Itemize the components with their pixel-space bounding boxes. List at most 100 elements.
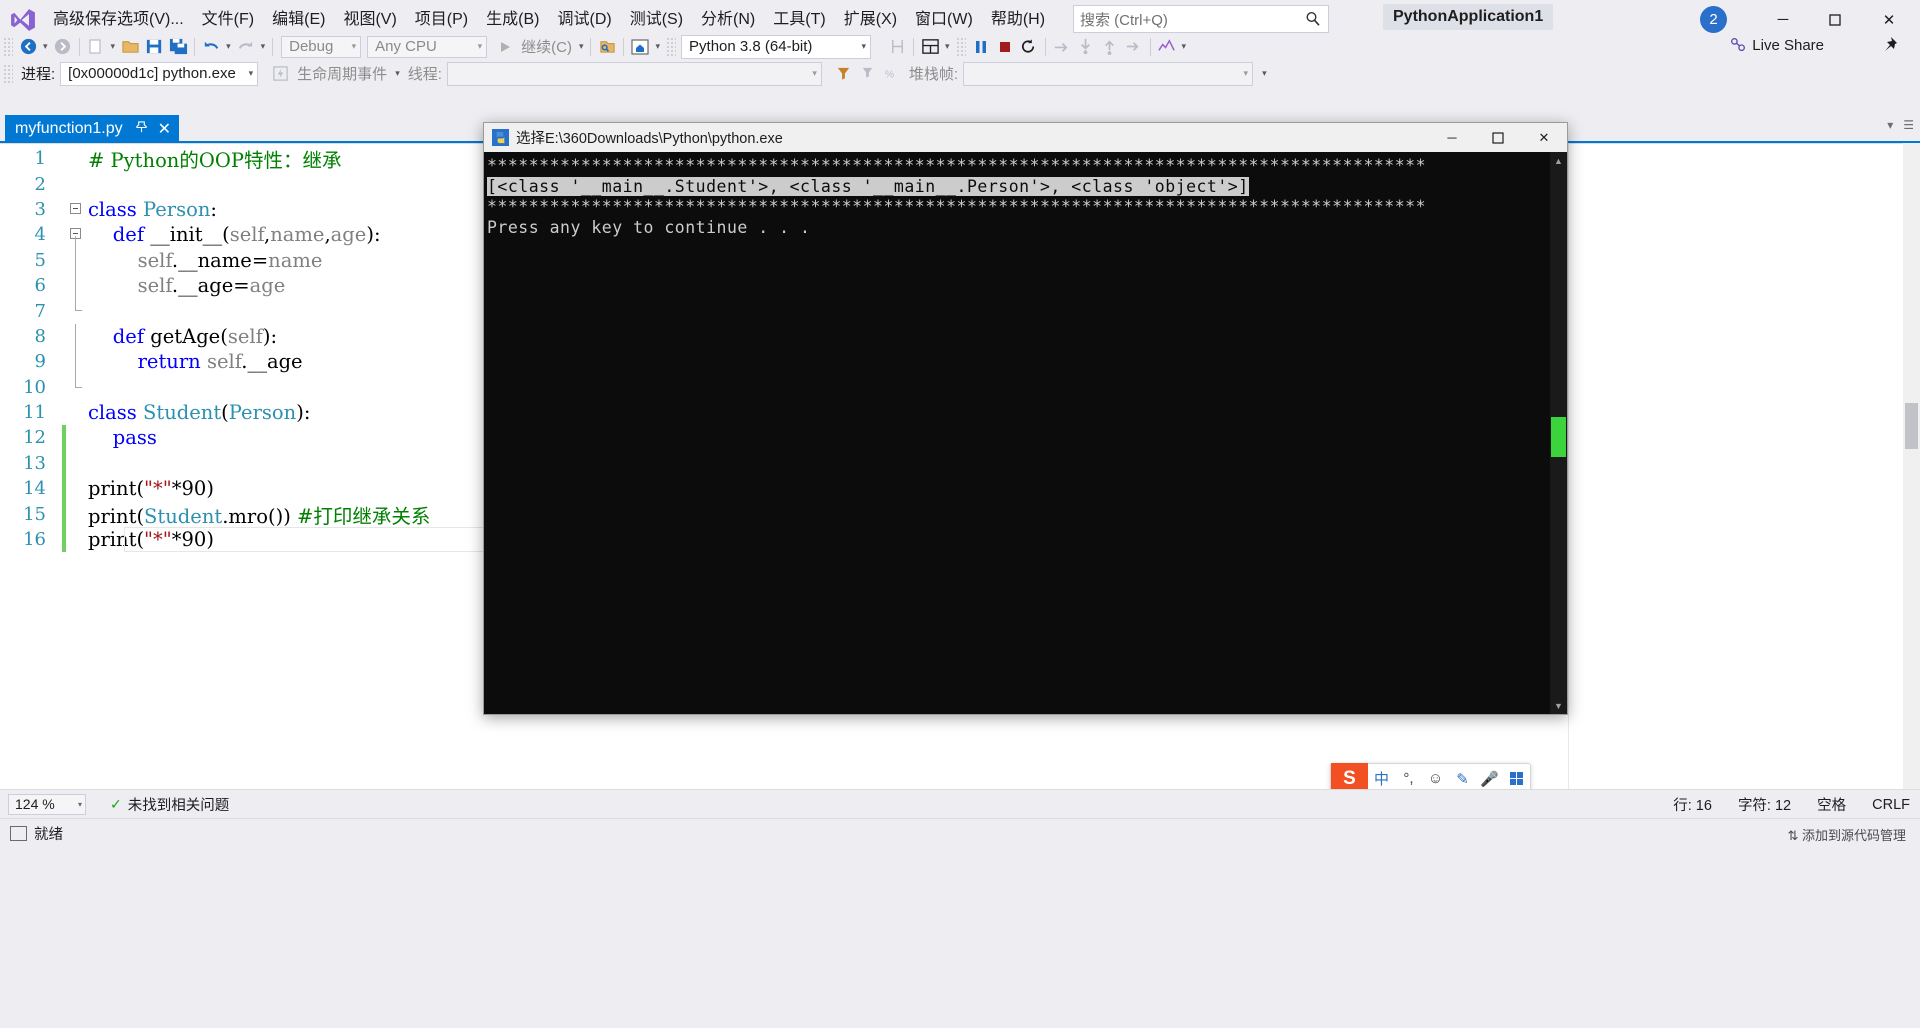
stack-frame-select[interactable]: ▾	[963, 61, 1254, 86]
menu-edit[interactable]: 编辑(E)	[263, 6, 334, 34]
navigate-back-dropdown[interactable]: ▾	[40, 41, 51, 52]
continue-button-label[interactable]: 继续(C)	[517, 36, 576, 57]
fold-margin[interactable]	[66, 425, 88, 450]
menu-window[interactable]: 窗口(W)	[906, 6, 982, 34]
menu-test[interactable]: 测试(S)	[621, 6, 692, 34]
code-text[interactable]: return self.__age	[88, 350, 303, 373]
debugbar-overflow[interactable]: ▾	[1259, 68, 1270, 79]
menu-tools[interactable]: 工具(T)	[764, 6, 834, 34]
issues-indicator[interactable]: ✓ 未找到相关问题	[110, 794, 229, 815]
toolbar-grip[interactable]	[3, 36, 13, 57]
continue-dropdown[interactable]: ▾	[576, 41, 587, 52]
menu-project[interactable]: 项目(P)	[406, 6, 477, 34]
stop-icon[interactable]	[993, 35, 1017, 59]
console-title-bar[interactable]: 选择E:\360Downloads\Python\python.exe ─ ✕	[484, 123, 1567, 152]
menu-advanced-save[interactable]: 高级保存选项(V)...	[44, 6, 193, 34]
show-next-statement-icon[interactable]	[1122, 35, 1146, 59]
no-filter-icon[interactable]: %	[880, 62, 904, 86]
fold-margin[interactable]	[66, 400, 88, 425]
menu-analyze[interactable]: 分析(N)	[692, 6, 764, 34]
console-scrollbar-thumb[interactable]	[1551, 417, 1566, 457]
tab-overflow-chevron-icon[interactable]: ▾	[1887, 118, 1893, 132]
code-text[interactable]: self.__age=age	[88, 274, 286, 297]
undo-dropdown[interactable]: ▾	[223, 41, 234, 52]
close-tab-icon[interactable]: ✕	[158, 119, 171, 139]
console-vertical-scrollbar[interactable]: ▲ ▼	[1550, 152, 1567, 714]
code-text[interactable]: print(Student.mro()) #打印继承关系	[88, 500, 430, 529]
menu-file[interactable]: 文件(F)	[193, 6, 263, 34]
tab-myfunction1-py[interactable]: myfunction1.py ✕	[5, 115, 180, 143]
lifecycle-dropdown[interactable]: ▾	[392, 68, 403, 79]
code-text[interactable]: def getAge(self):	[88, 325, 277, 348]
console-maximize-button[interactable]	[1475, 123, 1521, 152]
console-scroll-down-icon[interactable]: ▼	[1550, 697, 1567, 714]
pin-tab-icon[interactable]	[135, 121, 148, 137]
pin-toolbar-icon[interactable]	[1882, 36, 1898, 56]
undo-icon[interactable]	[199, 35, 223, 59]
menu-build[interactable]: 生成(B)	[477, 6, 548, 34]
open-file-icon[interactable]	[118, 35, 142, 59]
fold-margin[interactable]	[66, 171, 88, 196]
attach-process-icon[interactable]	[595, 35, 619, 59]
fold-margin[interactable]	[66, 323, 88, 350]
menu-debug[interactable]: 调试(D)	[548, 6, 620, 34]
fold-margin[interactable]	[66, 146, 88, 171]
navigate-back-icon[interactable]	[16, 35, 40, 59]
fold-margin[interactable]	[66, 197, 88, 222]
flag-filter-down-icon[interactable]	[856, 62, 880, 86]
search-input[interactable]: 搜索 (Ctrl+Q)	[1073, 5, 1329, 33]
thread-select[interactable]: ▾	[446, 61, 822, 86]
code-text[interactable]: print("*"*90)	[88, 477, 214, 500]
fold-margin[interactable]	[66, 451, 88, 476]
diagnostic-dropdown[interactable]: ▾	[1179, 41, 1190, 52]
code-text[interactable]: def __init__(self,name,age):	[88, 223, 381, 246]
code-text[interactable]: pass	[88, 426, 157, 449]
build-configuration-select[interactable]: Debug ▾	[281, 35, 362, 58]
process-select[interactable]: [0x00000d1c] python.exe ▾	[60, 61, 259, 86]
lifecycle-events-label[interactable]: 生命周期事件	[292, 63, 392, 84]
step-over-icon[interactable]	[1050, 35, 1074, 59]
menu-help[interactable]: 帮助(H)	[982, 6, 1054, 34]
diagnostic-tools-icon[interactable]	[1155, 35, 1179, 59]
menu-view[interactable]: 视图(V)	[334, 6, 405, 34]
new-file-icon[interactable]	[84, 35, 108, 59]
step-into-icon[interactable]	[1074, 35, 1098, 59]
save-all-icon[interactable]	[166, 35, 190, 59]
toolbar-grip[interactable]	[955, 36, 966, 57]
save-icon[interactable]	[142, 35, 166, 59]
pause-icon[interactable]	[969, 35, 993, 59]
step-out-icon[interactable]	[1098, 35, 1122, 59]
continue-run-icon[interactable]	[493, 35, 517, 59]
navigate-forward-icon[interactable]	[51, 35, 75, 59]
code-text[interactable]: # Python的OOP特性：继承	[88, 144, 341, 173]
window-layout-dropdown[interactable]: ▾	[942, 41, 953, 52]
home-dropdown[interactable]: ▾	[652, 41, 663, 52]
step-icon[interactable]	[885, 35, 909, 59]
fold-margin[interactable]	[66, 298, 88, 323]
platform-select[interactable]: Any CPU ▾	[367, 35, 488, 58]
flag-filter-icon[interactable]	[832, 62, 856, 86]
lifecycle-events-icon[interactable]	[268, 62, 292, 86]
toolbar-grip[interactable]	[3, 63, 13, 84]
python-console-window[interactable]: 选择E:\360Downloads\Python\python.exe ─ ✕ …	[483, 122, 1568, 715]
fold-margin[interactable]	[66, 374, 88, 400]
home-icon[interactable]	[628, 35, 652, 59]
window-layout-icon[interactable]	[918, 35, 942, 59]
live-share-button[interactable]: Live Share	[1729, 36, 1824, 54]
fold-margin[interactable]	[66, 247, 88, 273]
fold-margin[interactable]	[66, 527, 88, 552]
fold-margin[interactable]	[66, 349, 88, 375]
fold-margin[interactable]	[66, 272, 88, 299]
toolbar-grip[interactable]	[666, 36, 677, 57]
console-minimize-button[interactable]: ─	[1429, 123, 1475, 152]
menu-extensions[interactable]: 扩展(X)	[835, 6, 906, 34]
code-text[interactable]: self.__name=name	[88, 249, 323, 272]
restart-icon[interactable]	[1017, 35, 1041, 59]
fold-margin[interactable]	[66, 476, 88, 501]
editor-scrollbar-thumb[interactable]	[1905, 403, 1918, 449]
collapse-box-icon[interactable]	[70, 202, 81, 214]
code-text[interactable]: class Person:	[88, 198, 217, 221]
console-output[interactable]: ****************************************…	[484, 152, 1567, 714]
fold-margin[interactable]	[66, 501, 88, 526]
interpreter-select[interactable]: Python 3.8 (64-bit) ▾	[681, 34, 872, 59]
